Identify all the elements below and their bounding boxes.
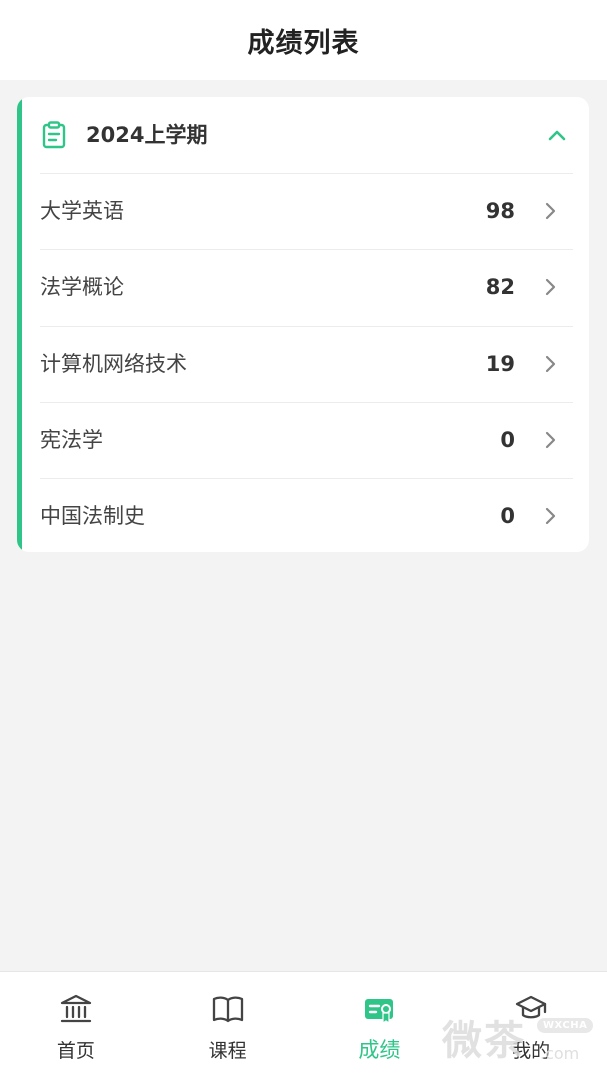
course-row[interactable]: 法学概论 82 — [40, 249, 573, 325]
term-header[interactable]: 2024上学期 — [17, 97, 589, 173]
course-row[interactable]: 计算机网络技术 19 — [40, 326, 573, 402]
nav-label: 首页 — [56, 1040, 95, 1062]
course-name: 大学英语 — [40, 199, 124, 223]
course-score: 19 — [485, 352, 515, 376]
nav-label: 成绩 — [358, 1038, 401, 1062]
term-title: 2024上学期 — [86, 123, 208, 147]
course-row[interactable]: 宪法学 0 — [40, 402, 573, 478]
term-card: 2024上学期 大学英语 98 法学概论 82 计算机网络技术 19 宪法学 0… — [17, 97, 589, 552]
course-row[interactable]: 中国法制史 0 — [40, 478, 573, 552]
chevron-right-icon — [545, 507, 556, 525]
row-divider — [40, 326, 573, 327]
top-bar: 成绩列表 — [0, 0, 607, 80]
collapse-button[interactable] — [539, 117, 575, 153]
course-name: 宪法学 — [40, 428, 103, 452]
course-name: 法学概论 — [40, 275, 124, 299]
row-divider — [40, 249, 573, 250]
nav-item-courses[interactable]: 课程 — [152, 972, 304, 1081]
nav-item-home[interactable]: 首页 — [0, 972, 152, 1081]
course-row[interactable]: 大学英语 98 — [40, 173, 573, 249]
row-divider — [40, 402, 573, 403]
course-score: 82 — [485, 275, 515, 299]
nav-label: 我的 — [512, 1040, 551, 1062]
chevron-right-icon — [545, 278, 556, 296]
course-score: 0 — [500, 504, 515, 528]
graduation-cap-icon — [515, 995, 547, 1019]
page-title: 成绩列表 — [247, 27, 360, 59]
clipboard-icon — [42, 121, 66, 149]
nav-item-profile[interactable]: 我的 — [455, 972, 607, 1081]
book-icon — [212, 996, 243, 1023]
nav-label: 课程 — [208, 1040, 247, 1062]
chevron-right-icon — [545, 355, 556, 373]
bank-icon — [60, 994, 92, 1023]
nav-item-grades[interactable]: 成绩 — [304, 972, 456, 1081]
course-score: 0 — [500, 428, 515, 452]
bottom-nav: 首页 课程 成绩 我的 — [0, 971, 607, 1081]
row-divider — [40, 478, 573, 479]
course-score: 98 — [485, 199, 515, 223]
course-name: 计算机网络技术 — [40, 352, 187, 376]
course-name: 中国法制史 — [40, 504, 145, 528]
row-divider — [40, 173, 573, 174]
chevron-up-icon — [548, 130, 566, 141]
chevron-right-icon — [545, 431, 556, 449]
chevron-right-icon — [545, 202, 556, 220]
certificate-icon — [365, 999, 394, 1025]
